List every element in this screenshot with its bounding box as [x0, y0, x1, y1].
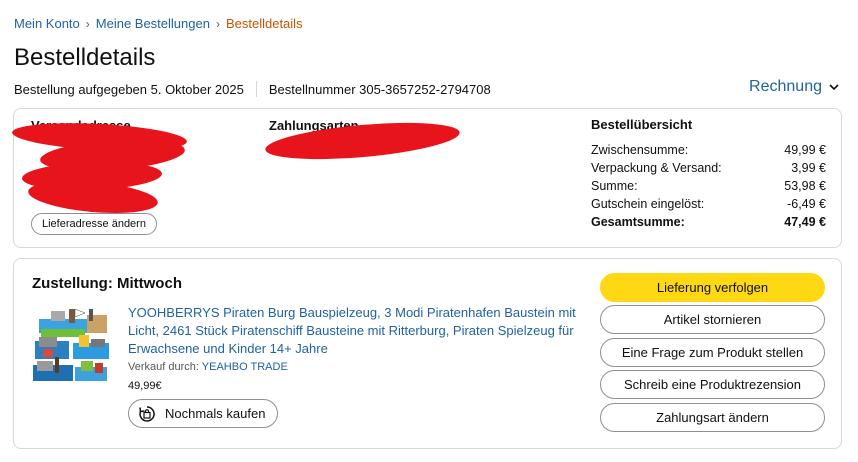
breadcrumb: Mein Konto › Meine Bestellungen › Bestel… [14, 16, 303, 31]
page-title: Bestelldetails [14, 44, 156, 71]
order-number: Bestellnummer 305-3657252-2794708 [268, 81, 491, 97]
summary-value: 3,99 € [791, 161, 826, 175]
summary-total-label: Gesamtsumme: [591, 215, 685, 229]
write-review-button[interactable]: Schreib eine Produktrezension [600, 370, 825, 399]
summary-label: Verpackung & Versand: [591, 161, 722, 175]
meta-divider [255, 81, 257, 97]
order-summary: Bestellübersicht Zwischensumme: 49,99 € … [591, 117, 826, 231]
seller-info: Verkauf durch: YEAHBO TRADE [128, 361, 288, 373]
summary-row-sum: Summe: 53,98 € [591, 177, 826, 195]
breadcrumb-separator: › [215, 16, 220, 31]
summary-value: 53,98 € [784, 179, 826, 193]
order-meta: Bestellung aufgegeben 5. Oktober 2025 Be… [14, 81, 491, 97]
change-payment-button[interactable]: Zahlungsart ändern [600, 403, 825, 432]
summary-row-total: Gesamtsumme: 47,49 € [591, 213, 826, 231]
summary-row-subtotal: Zwischensumme: 49,99 € [591, 141, 826, 159]
buy-again-icon [139, 405, 155, 422]
summary-label: Summe: [591, 179, 638, 193]
summary-row-voucher: Gutschein eingelöst: -6,49 € [591, 195, 826, 213]
breadcrumb-separator: › [85, 16, 90, 31]
product-price: 49,99€ [128, 380, 162, 392]
buy-again-button[interactable]: Nochmals kaufen [128, 399, 279, 428]
product-title-link[interactable]: YOOHBERRYS Piraten Burg Bauspielzeug, 3 … [128, 304, 578, 358]
summary-label: Gutschein eingelöst: [591, 197, 705, 211]
breadcrumb-current: Bestelldetails [225, 16, 303, 31]
seller-prefix: Verkauf durch: [128, 361, 199, 373]
delivery-title: Zustellung: Mittwoch [32, 275, 182, 292]
track-package-button[interactable]: Lieferung verfolgen [600, 273, 825, 302]
invoice-label: Rechnung [749, 78, 822, 95]
cancel-item-button[interactable]: Artikel stornieren [600, 305, 825, 334]
summary-label: Zwischensumme: [591, 143, 689, 157]
breadcrumb-my-account[interactable]: Mein Konto [14, 16, 80, 31]
summary-row-shipping: Verpackung & Versand: 3,99 € [591, 159, 826, 177]
invoice-dropdown[interactable]: Rechnung [749, 78, 840, 96]
seller-link[interactable]: YEAHBO TRADE [202, 361, 288, 373]
buy-again-label: Nochmals kaufen [165, 406, 266, 421]
ask-product-question-button[interactable]: Eine Frage zum Produkt stellen [600, 338, 825, 367]
chevron-down-icon [829, 84, 839, 91]
order-summary-title: Bestellübersicht [591, 117, 693, 132]
breadcrumb-my-orders[interactable]: Meine Bestellungen [96, 16, 210, 31]
summary-value: 49,99 € [784, 143, 826, 157]
order-date: Bestellung aufgegeben 5. Oktober 2025 [14, 81, 244, 97]
summary-value: -6,49 € [787, 197, 826, 211]
summary-total-value: 47,49 € [784, 215, 826, 229]
product-image[interactable] [29, 305, 113, 387]
change-address-button[interactable]: Lieferadresse ändern [31, 213, 157, 235]
